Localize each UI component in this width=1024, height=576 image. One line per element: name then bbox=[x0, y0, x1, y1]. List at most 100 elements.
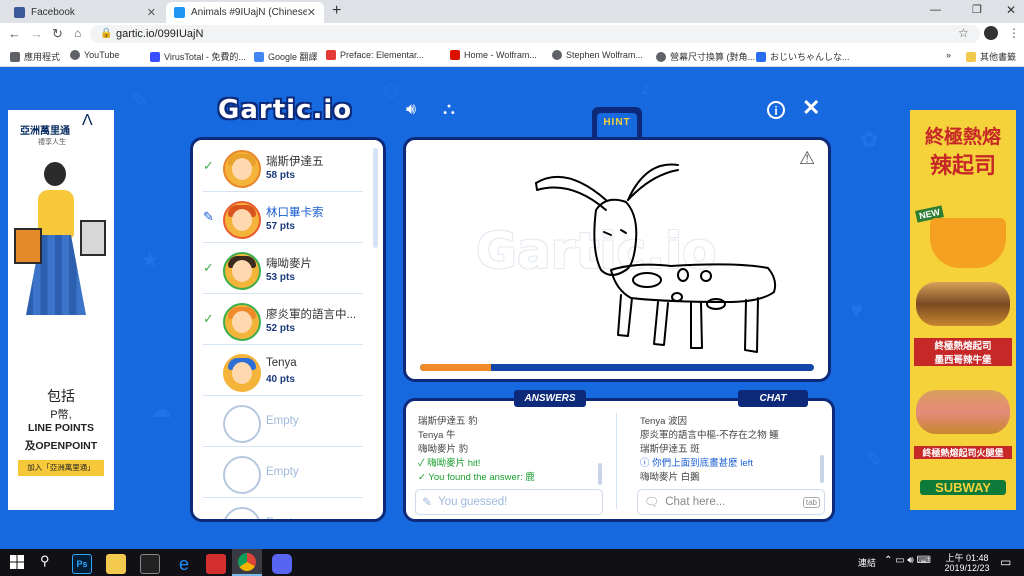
illustration-top bbox=[38, 190, 74, 238]
tab-gartic[interactable]: Animals #9IUajN (Chinese (Taiw ✕ bbox=[166, 2, 324, 23]
bookmark-google-translate[interactable]: Google 翻譯 bbox=[254, 50, 318, 63]
sound-icon[interactable]: 🔊︎ bbox=[406, 101, 416, 119]
apps-icon bbox=[10, 51, 20, 62]
asia-miles-logo-icon: Λ bbox=[82, 112, 93, 129]
virustotal-icon bbox=[150, 51, 160, 62]
info-icon[interactable]: i bbox=[767, 101, 785, 119]
answer-input[interactable]: ✎ You guessed! bbox=[415, 489, 603, 515]
avatar bbox=[223, 252, 261, 290]
ad-line1: 包括 bbox=[47, 388, 75, 404]
player-row[interactable]: ✎ 林口畢卡索 57 pts bbox=[203, 195, 363, 243]
chat-message: Tenya 牛 bbox=[418, 430, 456, 441]
illustration-hair bbox=[44, 162, 66, 186]
answers-tab-label: ANSWERS bbox=[514, 390, 586, 407]
notifications-icon[interactable]: ▭ bbox=[1000, 555, 1011, 569]
app-icon[interactable] bbox=[206, 554, 226, 574]
player-name: 嗨呦麥片 bbox=[266, 258, 312, 270]
bookmarks-overflow[interactable]: » bbox=[946, 50, 951, 60]
lock-icon: 🔒 bbox=[100, 28, 113, 39]
bookmark-screen-size[interactable]: 營幕尺寸換算 (對角... bbox=[656, 50, 755, 63]
gartic-logo: Gartic.io bbox=[218, 95, 353, 125]
exit-icon[interactable]: ✕ bbox=[802, 95, 820, 121]
ad-tagline: 禮享人生 bbox=[38, 139, 66, 146]
address-bar[interactable]: 🔒 gartic.io/099IUajN ☆ bbox=[90, 25, 980, 43]
chrome-taskbar-button[interactable] bbox=[232, 549, 262, 576]
clock-date[interactable]: 2019/12/23 bbox=[940, 563, 994, 573]
chat-list: Tenya 波因 廖炎軍的語言中樞-不存在之物 鱷瑞斯伊達五 斑 ⓘ 你們上面到底畫… bbox=[640, 415, 824, 487]
player-list-scrollbar[interactable] bbox=[373, 148, 378, 248]
windows-start-icon[interactable] bbox=[10, 555, 24, 569]
photoshop-icon[interactable]: Ps bbox=[72, 554, 92, 574]
player-row[interactable]: ✓ 廖炎軍的語言中... 52 pts bbox=[203, 297, 363, 345]
minimize-icon[interactable]: — bbox=[930, 4, 941, 16]
gartic-favicon-icon bbox=[174, 7, 185, 18]
answers-scrollbar[interactable] bbox=[598, 463, 602, 485]
close-window-icon[interactable]: ✕ bbox=[1006, 3, 1016, 17]
player-row[interactable]: ✓ 嗨呦麥片 53 pts bbox=[203, 246, 363, 294]
profile-avatar[interactable] bbox=[984, 26, 998, 40]
bookmark-apps[interactable]: 應用程式 bbox=[10, 50, 60, 63]
search-icon[interactable]: ⚲ bbox=[40, 553, 50, 569]
bookmark-ojiichan[interactable]: おじいちゃんしな... bbox=[756, 50, 850, 63]
bookmark-youtube[interactable]: YouTube bbox=[70, 50, 119, 60]
right-ad-banner[interactable]: 終極熱熔 辣起司 NEW 終極熱熔起司 墨西哥辣牛堡 終極熱熔起司火腿堡 SUB… bbox=[910, 110, 1016, 510]
player-points: 40 pts bbox=[266, 374, 295, 385]
ad-title-2: 辣起司 bbox=[929, 153, 996, 178]
subway-logo: SUBWAY bbox=[920, 480, 1006, 495]
close-tab-icon[interactable]: ✕ bbox=[307, 6, 316, 19]
guessed-check-icon: ✓ bbox=[203, 311, 214, 326]
drawing-canvas[interactable] bbox=[406, 140, 828, 379]
tab-key-hint: tab bbox=[802, 496, 820, 508]
bookmark-virustotal[interactable]: VirusTotal - 免費的... bbox=[150, 50, 246, 63]
file-explorer-icon[interactable] bbox=[106, 554, 126, 574]
bookmark-wolfram-home[interactable]: Home - Wolfram... bbox=[450, 50, 537, 60]
sandwich-image bbox=[916, 390, 1010, 434]
chat-message: ⓘ 你們上面到底畫甚麼 left bbox=[640, 458, 753, 469]
left-ad-banner[interactable]: 亞洲萬里通 Λ 禮享人生 包括 P幣, LINE POINTS 及OPENPOI… bbox=[8, 110, 114, 510]
new-tab-icon[interactable]: + bbox=[332, 2, 341, 20]
player-points: 58 pts bbox=[266, 170, 295, 181]
folder-icon bbox=[966, 51, 976, 62]
chat-input[interactable]: 🗨︎ Chat here... tab bbox=[637, 489, 825, 515]
player-row[interactable]: Tenya 40 pts bbox=[203, 348, 363, 396]
menu-icon[interactable]: ⋮ bbox=[1008, 26, 1020, 40]
empty-avatar-icon bbox=[223, 507, 261, 519]
bookmark-preface[interactable]: Preface: Elementar... bbox=[326, 50, 424, 60]
player-name: 瑞斯伊達五 bbox=[266, 156, 324, 168]
home-icon[interactable]: ⌂ bbox=[74, 26, 81, 40]
drawing-board[interactable]: Gartic.io ⚠ bbox=[403, 137, 831, 382]
chat-message: ✓ 嗨呦麥片 hit! bbox=[418, 458, 481, 469]
chat-message: 廖炎軍的語言中樞-不存在之物 鱷 bbox=[640, 430, 779, 441]
terminal-icon[interactable] bbox=[140, 554, 160, 574]
windows-taskbar: ⚲ Ps e 連結 ⌃ ▭ 🔊︎ ⌨ 上午 01:48 2019/12/23 ▭ bbox=[0, 549, 1024, 576]
internet-explorer-icon[interactable]: e bbox=[174, 554, 194, 574]
ad-cta-button[interactable]: 加入「亞洲萬里通」 bbox=[18, 460, 104, 476]
tab-facebook[interactable]: Facebook ✕ bbox=[6, 2, 164, 23]
other-bookmarks[interactable]: 其他書籤 bbox=[966, 50, 1016, 63]
maximize-icon[interactable]: ❐ bbox=[972, 3, 982, 16]
bookmark-star-icon[interactable]: ☆ bbox=[958, 26, 969, 40]
avatar bbox=[223, 354, 261, 392]
chat-scrollbar[interactable] bbox=[820, 455, 824, 483]
close-tab-icon[interactable]: ✕ bbox=[147, 6, 156, 19]
player-name: Tenya bbox=[266, 357, 297, 369]
player-row[interactable]: ✓ 瑞斯伊達五 58 pts bbox=[203, 144, 363, 192]
forward-icon[interactable]: → bbox=[30, 26, 43, 41]
translate-icon bbox=[254, 51, 264, 62]
back-icon[interactable]: ← bbox=[8, 26, 21, 41]
answer-input-placeholder: You guessed! bbox=[438, 496, 508, 508]
ad-line2: P幣, bbox=[50, 409, 72, 421]
avatar bbox=[223, 150, 261, 188]
share-icon[interactable]: ⛬ bbox=[443, 99, 455, 119]
reload-icon[interactable]: ↻ bbox=[52, 26, 63, 42]
chat-bubble-icon: 🗨︎ bbox=[644, 495, 660, 509]
discord-icon[interactable] bbox=[272, 554, 292, 574]
tray-icons[interactable]: ⌃ ▭ 🔊︎ ⌨ bbox=[884, 555, 931, 566]
bookmark-stephen-wolfram[interactable]: Stephen Wolfram... bbox=[552, 50, 643, 60]
player-name: 林口畢卡索 bbox=[266, 207, 324, 219]
empty-avatar-icon bbox=[223, 405, 261, 443]
answers-list: 瑞斯伊達五 豹 Tenya 牛嗨呦麥片 豹 ✓ 嗨呦麥片 hit! ✓ You fou… bbox=[418, 415, 598, 487]
url-text: gartic.io/099IUajN bbox=[116, 28, 204, 40]
ad-caption-2: 墨西哥辣牛堡 bbox=[914, 352, 1012, 366]
bookmark-page-icon bbox=[756, 51, 766, 62]
